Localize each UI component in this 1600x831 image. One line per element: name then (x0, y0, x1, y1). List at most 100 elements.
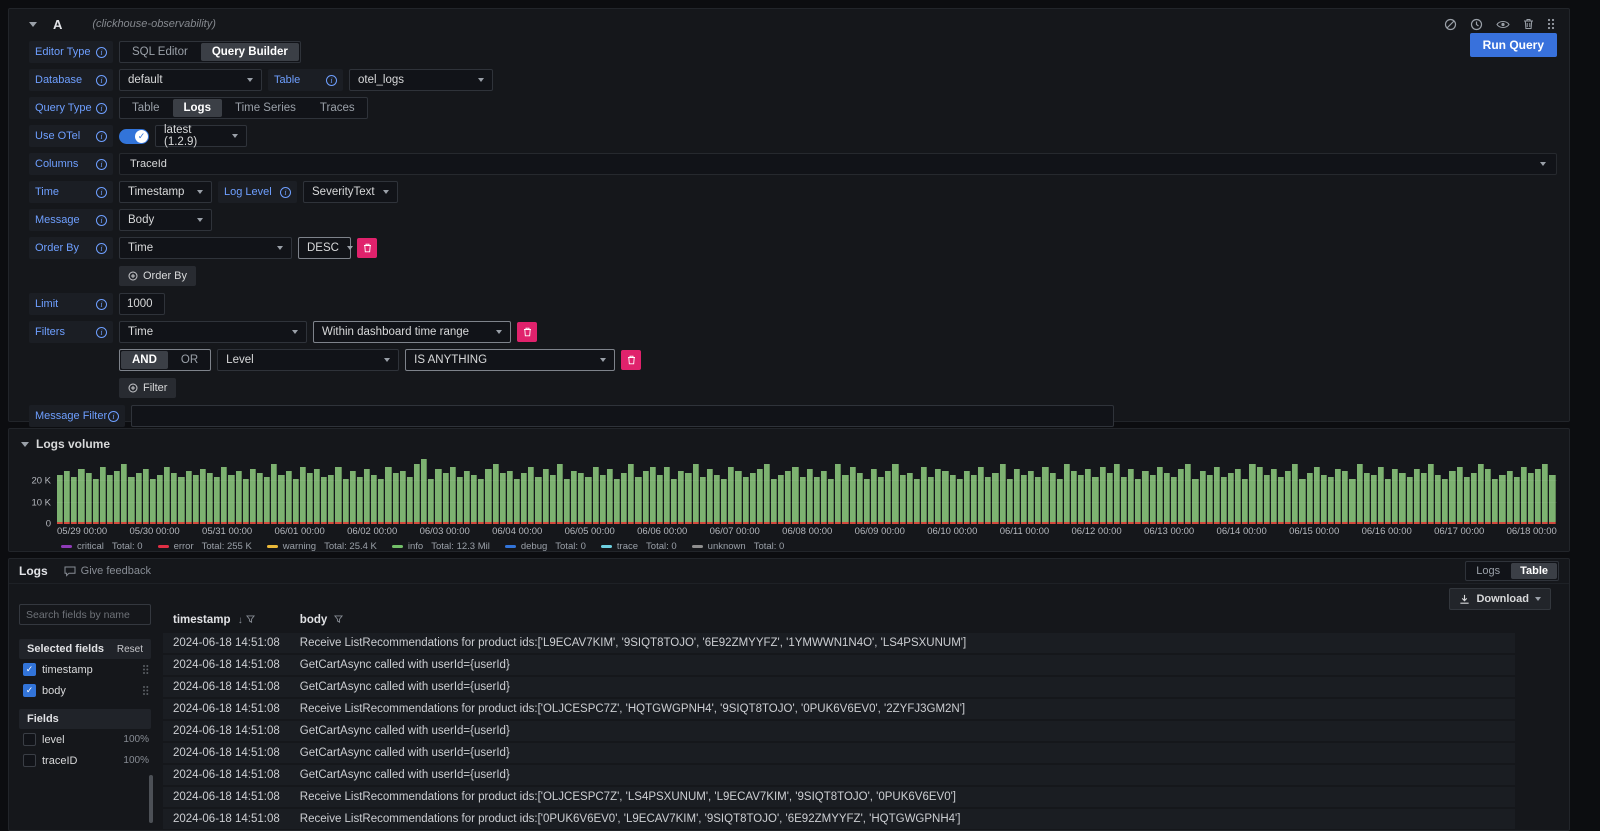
info-icon[interactable]: i (96, 299, 107, 310)
order-by-field-select[interactable]: Time (119, 237, 292, 259)
legend-item-error[interactable]: errorTotal: 255 K (158, 541, 252, 552)
time-column-select[interactable]: Timestamp (119, 181, 212, 203)
option-table[interactable]: Table (1511, 563, 1557, 579)
option-or[interactable]: OR (170, 351, 209, 369)
give-feedback-link[interactable]: Give feedback (64, 565, 151, 577)
info-icon[interactable]: i (108, 411, 119, 422)
info-icon[interactable]: i (96, 47, 107, 58)
option-time-series[interactable]: Time Series (224, 99, 307, 117)
x-tick: 06/09 00:00 (855, 526, 905, 537)
volume-bar (1328, 477, 1334, 524)
otel-version-select[interactable]: latest (1.2.9) (155, 125, 247, 147)
table-row[interactable]: 2024-06-18 14:51:08Receive ListRecommend… (163, 786, 1515, 808)
legend-item-unknown[interactable]: unknownTotal: 0 (692, 541, 785, 552)
query-history-icon[interactable] (1470, 18, 1483, 31)
info-icon[interactable]: i (96, 243, 107, 254)
checkbox-unchecked[interactable] (23, 754, 36, 767)
delete-query-icon[interactable] (1523, 18, 1534, 30)
option-sql-editor[interactable]: SQL Editor (121, 43, 199, 61)
option-logs[interactable]: Logs (1467, 563, 1509, 579)
add-order-by-button[interactable]: Order By (119, 266, 196, 286)
remove-order-by-button[interactable] (357, 238, 377, 258)
option-table[interactable]: Table (121, 99, 171, 117)
comment-icon (64, 566, 76, 577)
filter-icon[interactable] (334, 615, 343, 624)
message-filter-input[interactable] (131, 405, 1114, 427)
info-icon[interactable]: i (96, 159, 107, 170)
sort-desc-icon[interactable]: ↓ (238, 615, 243, 626)
legend-item-warning[interactable]: warningTotal: 25.4 K (267, 541, 377, 552)
legend-item-trace[interactable]: traceTotal: 0 (601, 541, 677, 552)
option-and[interactable]: AND (121, 351, 168, 369)
option-logs[interactable]: Logs (173, 99, 222, 117)
checkbox-unchecked[interactable] (23, 733, 36, 746)
order-by-direction-select[interactable]: DESC (298, 237, 351, 259)
x-tick: 06/01 00:00 (275, 526, 325, 537)
table-row[interactable]: 2024-06-18 14:51:08GetCartAsync called w… (163, 764, 1515, 786)
remove-filter2-button[interactable] (621, 350, 641, 370)
volume-bar (1535, 469, 1541, 524)
table-row[interactable]: 2024-06-18 14:51:08GetCartAsync called w… (163, 742, 1515, 764)
filter2-operator-select[interactable]: IS ANYTHING (405, 349, 615, 371)
table-row[interactable]: 2024-06-18 14:51:08GetCartAsync called w… (163, 654, 1515, 676)
reset-fields-button[interactable]: Reset (117, 644, 143, 655)
volume-bar (178, 477, 184, 524)
table-row[interactable]: 2024-06-18 14:51:08Receive ListRecommend… (163, 808, 1515, 829)
option-query-builder[interactable]: Query Builder (201, 43, 299, 61)
info-icon[interactable]: i (96, 327, 107, 338)
column-header-body[interactable]: body (290, 611, 1515, 632)
info-icon[interactable]: i (96, 103, 107, 114)
message-column-select[interactable]: Body (119, 209, 212, 231)
info-icon[interactable]: i (326, 75, 337, 86)
filter-operator-select[interactable]: Within dashboard time range (313, 321, 511, 343)
volume-bar (1121, 477, 1127, 524)
volume-bar (200, 469, 206, 524)
volume-bar (1249, 464, 1255, 524)
limit-input[interactable] (119, 293, 165, 315)
table-row[interactable]: 2024-06-18 14:51:08Receive ListRecommend… (163, 698, 1515, 720)
info-icon[interactable]: i (96, 215, 107, 226)
volume-bar (1157, 467, 1163, 524)
columns-multiselect[interactable]: TraceId (119, 153, 1557, 175)
drag-handle-icon[interactable] (142, 685, 149, 696)
logs-volume-header[interactable]: Logs volume (17, 437, 1557, 451)
field-traceID: traceID100% (19, 750, 151, 771)
filter-field-select[interactable]: Time (119, 321, 307, 343)
legend-item-critical[interactable]: criticalTotal: 0 (61, 541, 143, 552)
log-level-select[interactable]: SeverityText (303, 181, 398, 203)
use-otel-toggle[interactable]: ✓ (119, 129, 149, 144)
info-icon[interactable]: i (280, 187, 291, 198)
x-tick: 06/08 00:00 (782, 526, 832, 537)
download-button[interactable]: Download (1449, 588, 1551, 610)
table-row[interactable]: 2024-06-18 14:51:08GetCartAsync called w… (163, 720, 1515, 742)
disable-query-icon[interactable] (1444, 18, 1457, 31)
filter-icon[interactable] (246, 615, 255, 624)
sidebar-scrollbar[interactable] (149, 775, 153, 823)
database-select[interactable]: default (119, 69, 262, 91)
table-select[interactable]: otel_logs (349, 69, 493, 91)
drag-query-handle-icon[interactable] (1547, 18, 1555, 30)
search-fields-input[interactable] (19, 604, 151, 625)
legend-item-info[interactable]: infoTotal: 12.3 Mil (392, 541, 490, 552)
drag-handle-icon[interactable] (142, 664, 149, 675)
column-header-timestamp[interactable]: timestamp ↓ (163, 611, 290, 632)
collapse-query-icon[interactable] (29, 22, 37, 27)
cell-timestamp: 2024-06-18 14:51:08 (163, 632, 290, 654)
table-row[interactable]: 2024-06-18 14:51:08GetCartAsync called w… (163, 676, 1515, 698)
eye-icon[interactable] (1496, 19, 1510, 30)
legend-item-debug[interactable]: debugTotal: 0 (505, 541, 586, 552)
table-row[interactable]: 2024-06-18 14:51:08Receive ListRecommend… (163, 632, 1515, 654)
checkbox-checked[interactable]: ✓ (23, 663, 36, 676)
volume-bar (757, 469, 763, 524)
checkbox-checked[interactable]: ✓ (23, 684, 36, 697)
filter2-field-select[interactable]: Level (217, 349, 399, 371)
collapse-panel-icon[interactable] (21, 442, 29, 447)
info-icon[interactable]: i (96, 75, 107, 86)
remove-filter-button[interactable] (517, 322, 537, 342)
run-query-button[interactable]: Run Query (1470, 33, 1557, 57)
info-icon[interactable]: i (96, 131, 107, 142)
info-icon[interactable]: i (96, 187, 107, 198)
option-traces[interactable]: Traces (309, 99, 366, 117)
volume-bar (550, 475, 556, 524)
add-filter-button[interactable]: Filter (119, 378, 176, 398)
